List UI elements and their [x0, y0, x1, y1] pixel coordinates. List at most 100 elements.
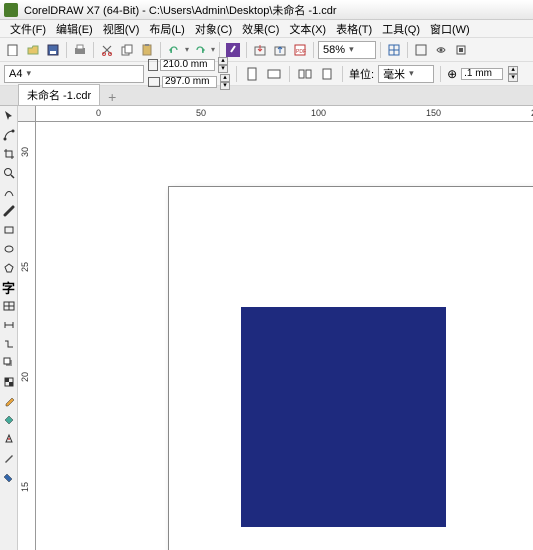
import-button[interactable]	[251, 41, 269, 59]
window-title: CorelDRAW X7 (64-Bit) - C:\Users\Admin\D…	[24, 2, 337, 18]
nudge-input[interactable]: .1 mm	[461, 68, 503, 80]
chevron-down-icon: ▾	[349, 44, 354, 55]
menu-file[interactable]: 文件(F)	[6, 21, 50, 37]
nudge-spinner[interactable]: ▴▾	[508, 66, 518, 82]
separator	[236, 66, 237, 82]
separator	[342, 66, 343, 82]
add-tab-button[interactable]: +	[104, 89, 120, 105]
landscape-button[interactable]	[265, 65, 283, 83]
height-spinner[interactable]: ▴▾	[220, 74, 230, 90]
separator	[93, 42, 94, 58]
canvas-area[interactable]: 050100150200 30252015	[18, 106, 533, 550]
menu-table[interactable]: 表格(T)	[332, 21, 376, 37]
chevron-down-icon: ▾	[26, 68, 31, 79]
paper-size-dropdown[interactable]: A4 ▾	[4, 65, 144, 83]
copy-button[interactable]	[118, 41, 136, 59]
separator	[66, 42, 67, 58]
dimension-tool[interactable]	[1, 317, 17, 333]
menu-view[interactable]: 视图(V)	[99, 21, 144, 37]
separator	[160, 42, 161, 58]
toolbox: 字	[0, 106, 18, 550]
interactive-fill-tool[interactable]	[1, 412, 17, 428]
units-label: 单位:	[349, 66, 374, 82]
current-page-button[interactable]	[318, 65, 336, 83]
rectangle-tool[interactable]	[1, 222, 17, 238]
publish-pdf-button[interactable]: PDF	[291, 41, 309, 59]
document-tab[interactable]: 未命名 -1.cdr	[18, 84, 100, 105]
search-button[interactable]	[224, 41, 242, 59]
separator	[380, 42, 381, 58]
menu-tools[interactable]: 工具(Q)	[378, 21, 424, 37]
all-pages-button[interactable]	[296, 65, 314, 83]
document-tab-bar: 未命名 -1.cdr +	[0, 86, 533, 106]
artistic-media-tool[interactable]	[1, 203, 17, 219]
menu-window[interactable]: 窗口(W)	[426, 21, 474, 37]
save-button[interactable]	[44, 41, 62, 59]
ruler-tick: 150	[426, 108, 441, 118]
units-dropdown[interactable]: 毫米 ▾	[378, 65, 434, 83]
ruler-tick: 20	[20, 372, 30, 382]
page-dimensions: 210.0 mm ▴▾ 297.0 mm ▴▾	[148, 57, 230, 90]
options-button[interactable]	[452, 41, 470, 59]
separator	[313, 42, 314, 58]
eyedropper-tool[interactable]	[1, 393, 17, 409]
drop-shadow-tool[interactable]	[1, 355, 17, 371]
workspace: 字 050100150200 30252015	[0, 106, 533, 550]
new-button[interactable]	[4, 41, 22, 59]
portrait-button[interactable]	[243, 65, 261, 83]
menu-text[interactable]: 文本(X)	[285, 21, 330, 37]
paste-button[interactable]	[138, 41, 156, 59]
redo-button[interactable]	[191, 41, 209, 59]
connector-tool[interactable]	[1, 336, 17, 352]
polygon-tool[interactable]	[1, 260, 17, 276]
separator	[219, 42, 220, 58]
zoom-tool[interactable]	[1, 165, 17, 181]
export-button[interactable]	[271, 41, 289, 59]
undo-button[interactable]	[165, 41, 183, 59]
shape-tool[interactable]	[1, 127, 17, 143]
separator	[246, 42, 247, 58]
ruler-tick: 30	[20, 147, 30, 157]
print-button[interactable]	[71, 41, 89, 59]
width-spinner[interactable]: ▴▾	[218, 57, 228, 73]
pick-tool[interactable]	[1, 108, 17, 124]
text-tool[interactable]: 字	[1, 279, 17, 295]
outline-pen-tool[interactable]	[1, 450, 17, 466]
zoom-dropdown[interactable]: 58% ▾	[318, 41, 376, 59]
snap-button[interactable]	[385, 41, 403, 59]
table-tool[interactable]	[1, 298, 17, 314]
smart-fill-tool[interactable]	[1, 431, 17, 447]
standard-toolbar: ▾ ▾ PDF 58% ▾	[0, 38, 533, 62]
fullscreen-button[interactable]	[412, 41, 430, 59]
page-height-input[interactable]: 297.0 mm	[162, 76, 217, 88]
ruler-origin[interactable]	[18, 106, 36, 122]
horizontal-ruler[interactable]: 050100150200	[36, 106, 533, 122]
ruler-tick: 50	[196, 108, 206, 118]
fill-tool[interactable]	[1, 469, 17, 485]
menu-layout[interactable]: 布局(L)	[145, 21, 188, 37]
menu-object[interactable]: 对象(C)	[191, 21, 236, 37]
separator	[440, 66, 441, 82]
width-icon	[148, 59, 158, 71]
ellipse-tool[interactable]	[1, 241, 17, 257]
blue-rectangle-object[interactable]	[241, 307, 446, 527]
redo-dropdown-icon[interactable]: ▾	[211, 45, 215, 54]
units-value: 毫米	[383, 66, 405, 82]
show-rulers-button[interactable]	[432, 41, 450, 59]
crop-tool[interactable]	[1, 146, 17, 162]
height-icon	[148, 77, 160, 87]
menu-edit[interactable]: 编辑(E)	[52, 21, 97, 37]
ruler-tick: 25	[20, 262, 30, 272]
transparency-tool[interactable]	[1, 374, 17, 390]
menu-bar: 文件(F) 编辑(E) 视图(V) 布局(L) 对象(C) 效果(C) 文本(X…	[0, 20, 533, 38]
vertical-ruler[interactable]: 30252015	[18, 122, 36, 550]
undo-dropdown-icon[interactable]: ▾	[185, 45, 189, 54]
open-button[interactable]	[24, 41, 42, 59]
freehand-tool[interactable]	[1, 184, 17, 200]
page[interactable]	[168, 186, 533, 550]
menu-effects[interactable]: 效果(C)	[238, 21, 283, 37]
ruler-tick: 0	[96, 108, 101, 118]
cut-button[interactable]	[98, 41, 116, 59]
paper-size-value: A4	[9, 68, 22, 80]
page-width-input[interactable]: 210.0 mm	[160, 59, 215, 71]
